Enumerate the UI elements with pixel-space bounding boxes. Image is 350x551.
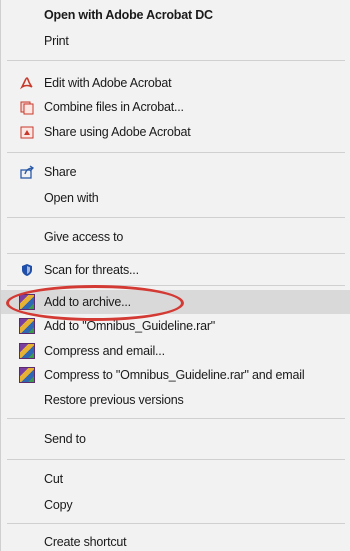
menu-item-label: Print [44, 34, 69, 48]
menu-separator [7, 418, 345, 419]
menu-item-give-access[interactable]: Give access to [1, 225, 350, 249]
menu-item-label: Copy [44, 498, 73, 512]
menu-item-label: Share using Adobe Acrobat [44, 125, 191, 139]
acrobat-icon [19, 124, 35, 140]
menu-item-print[interactable]: Print [1, 29, 350, 53]
menu-item-label: Add to archive... [44, 295, 131, 309]
menu-item-label: Edit with Adobe Acrobat [44, 76, 172, 90]
menu-item-label: Combine files in Acrobat... [44, 100, 184, 114]
menu-item-send-to[interactable]: Send to [1, 427, 350, 451]
menu-separator [7, 523, 345, 524]
acrobat-icon [19, 75, 35, 91]
menu-separator [7, 285, 345, 286]
menu-item-create-shortcut[interactable]: Create shortcut [1, 530, 350, 551]
menu-item-restore-previous-versions[interactable]: Restore previous versions [1, 388, 350, 412]
menu-item-label: Share [44, 165, 77, 179]
menu-separator [7, 459, 345, 460]
menu-separator [7, 253, 345, 254]
menu-item-compress-to-rar-and-email[interactable]: Compress to "Omnibus_Guideline.rar" and … [1, 363, 350, 387]
menu-item-scan-for-threats[interactable]: Scan for threats... [1, 258, 350, 282]
menu-item-share[interactable]: Share [1, 160, 350, 184]
menu-item-label: Restore previous versions [44, 393, 184, 407]
menu-item-cut[interactable]: Cut [1, 467, 350, 491]
winrar-icon [19, 294, 35, 310]
menu-item-label: Give access to [44, 230, 124, 244]
menu-separator [7, 217, 345, 218]
context-menu: Open with Adobe Acrobat DC Print Edit wi… [0, 0, 350, 551]
menu-item-combine-in-acrobat[interactable]: Combine files in Acrobat... [1, 95, 350, 119]
menu-item-copy[interactable]: Copy [1, 493, 350, 517]
menu-item-label: Compress and email... [44, 344, 165, 358]
shield-icon [19, 262, 35, 278]
menu-item-label: Send to [44, 432, 86, 446]
acrobat-icon [19, 99, 35, 115]
menu-item-label: Add to "Omnibus_Guideline.rar" [44, 319, 216, 333]
menu-item-label: Scan for threats... [44, 263, 139, 277]
menu-item-label: Open with Adobe Acrobat DC [44, 8, 213, 22]
menu-item-open-with[interactable]: Open with [1, 186, 350, 210]
menu-item-edit-with-acrobat[interactable]: Edit with Adobe Acrobat [1, 71, 350, 95]
menu-item-label: Compress to "Omnibus_Guideline.rar" and … [44, 368, 305, 382]
menu-separator [7, 60, 345, 61]
menu-item-share-using-acrobat[interactable]: Share using Adobe Acrobat [1, 120, 350, 144]
winrar-icon [19, 318, 35, 334]
menu-item-compress-and-email[interactable]: Compress and email... [1, 339, 350, 363]
share-icon [19, 164, 35, 180]
menu-item-label: Open with [44, 191, 99, 205]
menu-item-open-with-acrobat[interactable]: Open with Adobe Acrobat DC [1, 3, 350, 27]
menu-separator [7, 152, 345, 153]
menu-item-label: Create shortcut [44, 535, 127, 549]
menu-item-add-to-archive[interactable]: Add to archive... [1, 290, 350, 314]
winrar-icon [19, 343, 35, 359]
menu-item-add-to-rar[interactable]: Add to "Omnibus_Guideline.rar" [1, 314, 350, 338]
menu-item-label: Cut [44, 472, 63, 486]
winrar-icon [19, 367, 35, 383]
